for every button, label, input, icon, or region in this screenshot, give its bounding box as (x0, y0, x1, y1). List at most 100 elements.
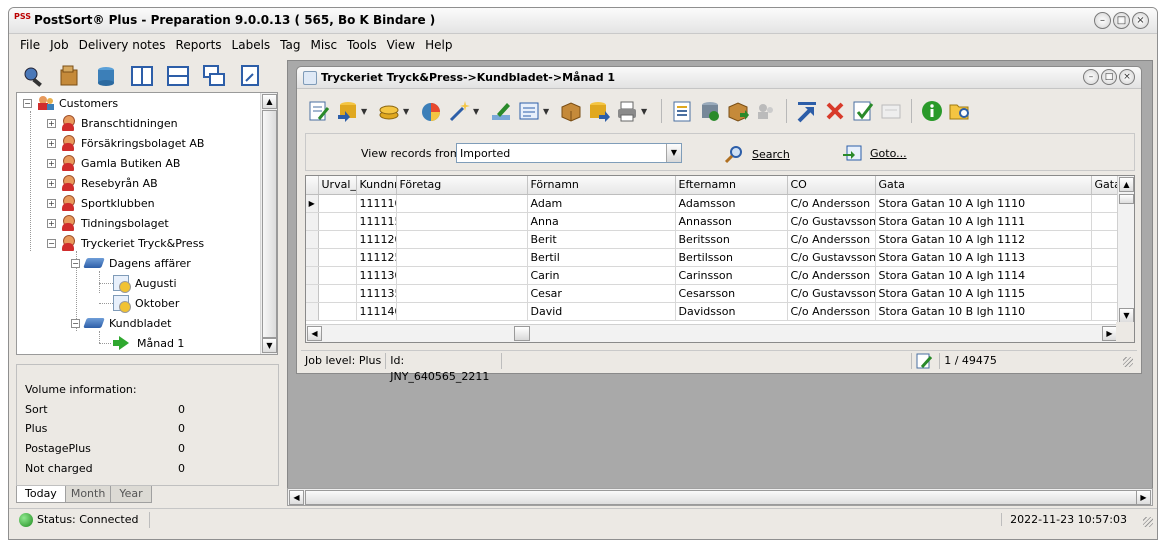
cell[interactable] (396, 302, 528, 321)
mdi-horizontal-scrollbar[interactable]: ◀ ▶ (287, 488, 1153, 506)
cell[interactable]: Beritsson (675, 230, 788, 249)
card-disabled-icon[interactable] (879, 99, 903, 123)
delete-icon[interactable] (823, 99, 847, 123)
scroll-up-icon[interactable]: ▲ (1119, 177, 1134, 192)
export-data-icon[interactable] (587, 99, 611, 123)
collapse-icon[interactable]: − (71, 318, 80, 328)
arrange-icon[interactable] (237, 63, 263, 89)
scroll-up-icon[interactable]: ▲ (262, 94, 277, 109)
goto-button[interactable]: Goto... (842, 144, 907, 162)
cell[interactable]: C/o Gustavsson (787, 248, 876, 267)
scroll-right-icon[interactable]: ▶ (1136, 490, 1151, 505)
column-header[interactable]: Företag (396, 176, 528, 195)
cell[interactable] (1091, 284, 1119, 303)
menu-tools[interactable]: Tools (342, 38, 382, 52)
tree-customer[interactable]: + Försäkringsbolaget AB (47, 133, 204, 153)
cell[interactable]: Carin (527, 266, 676, 285)
customer-tree[interactable]: − Customers + Branschtidningen + Försäkrin… (16, 92, 278, 355)
column-header[interactable]: Gata (1091, 176, 1119, 195)
folder-search-icon[interactable] (948, 99, 972, 123)
tree-month-selected[interactable]: Månad 1 (113, 333, 184, 353)
cell[interactable] (396, 194, 528, 213)
scroll-thumb[interactable] (305, 490, 1137, 505)
cell[interactable] (396, 266, 528, 285)
cell[interactable] (318, 302, 357, 321)
cell[interactable] (1091, 266, 1119, 285)
move-up-icon[interactable] (795, 99, 819, 123)
cell[interactable]: Adam (527, 194, 676, 213)
cell[interactable]: Stora Gatan 10 B lgh 1110 (875, 302, 1092, 321)
cell[interactable]: Anna (527, 212, 676, 231)
column-header[interactable]: Gata (875, 176, 1092, 195)
cell[interactable]: Stora Gatan 10 A lgh 1110 (875, 194, 1092, 213)
column-header[interactable]: Förnamn (527, 176, 676, 195)
scroll-down-icon[interactable]: ▼ (1119, 308, 1134, 323)
cell[interactable]: 111115 (356, 212, 397, 231)
scroll-down-icon[interactable]: ▼ (262, 338, 277, 353)
cell[interactable] (396, 230, 528, 249)
cell[interactable] (1091, 230, 1119, 249)
scroll-thumb[interactable] (1119, 194, 1134, 204)
cell[interactable]: Berit (527, 230, 676, 249)
cell[interactable]: C/o Gustavsson (787, 284, 876, 303)
cell[interactable]: 111125 (356, 248, 397, 267)
tab-today[interactable]: Today (16, 486, 66, 503)
scroll-thumb[interactable] (514, 326, 530, 341)
cell[interactable]: Cesarsson (675, 284, 788, 303)
edit-list-icon[interactable] (307, 99, 331, 123)
column-header[interactable]: CO (787, 176, 876, 195)
tree-month[interactable]: Augusti (113, 273, 177, 293)
collapse-icon[interactable]: − (23, 98, 32, 108)
dropdown-arrow-icon[interactable]: ▼ (543, 107, 551, 116)
scroll-left-icon[interactable]: ◀ (307, 326, 322, 341)
chevron-down-icon[interactable]: ▼ (666, 144, 681, 162)
expand-icon[interactable]: + (47, 138, 56, 148)
cell[interactable]: C/o Andersson (787, 266, 876, 285)
cell[interactable]: Stora Gatan 10 A lgh 1115 (875, 284, 1092, 303)
cell[interactable]: 111110 (356, 194, 397, 213)
tree-customer[interactable]: + Tidningsbolaget (47, 213, 169, 233)
cell[interactable]: C/o Andersson (787, 194, 876, 213)
package-icon[interactable] (57, 63, 83, 89)
dropdown-arrow-icon[interactable]: ▼ (403, 107, 411, 116)
menu-delivery-notes[interactable]: Delivery notes (74, 38, 171, 52)
cell[interactable]: Stora Gatan 10 A lgh 1114 (875, 266, 1092, 285)
table-row[interactable]: 111135 CesarCesarssonC/o GustavssonStora … (306, 284, 1119, 303)
table-row[interactable]: 111140 DavidDavidssonC/o AnderssonStora G… (306, 302, 1119, 321)
check-list-icon[interactable] (851, 99, 875, 123)
table-row[interactable]: 111120 BeritBeritssonC/o AnderssonStora G… (306, 230, 1119, 249)
pie-chart-icon[interactable] (419, 99, 443, 123)
dropdown-arrow-icon[interactable]: ▼ (641, 107, 649, 116)
table-row[interactable]: 111125 BertilBertilssonC/o GustavssonStor… (306, 248, 1119, 267)
expand-icon[interactable]: + (47, 178, 56, 188)
cell[interactable]: C/o Andersson (787, 302, 876, 321)
expand-icon[interactable]: + (47, 198, 56, 208)
print-icon[interactable] (615, 99, 639, 123)
expand-icon[interactable]: + (47, 158, 56, 168)
cell[interactable] (1091, 194, 1119, 213)
cell[interactable]: 111140 (356, 302, 397, 321)
cell[interactable]: C/o Andersson (787, 230, 876, 249)
tree-customer[interactable]: + Sportklubben (47, 193, 155, 213)
child-minimize-button[interactable]: – (1083, 69, 1099, 85)
minimize-button[interactable]: – (1094, 12, 1111, 29)
cell[interactable] (396, 212, 528, 231)
tree-customer[interactable]: + Resebyrån AB (47, 173, 158, 193)
grid-vertical-scrollbar[interactable]: ▲ ▼ (1117, 176, 1134, 324)
cell[interactable]: Davidsson (675, 302, 788, 321)
menu-labels[interactable]: Labels (227, 38, 276, 52)
scroll-thumb[interactable] (262, 110, 277, 338)
cell[interactable]: Stora Gatan 10 A lgh 1112 (875, 230, 1092, 249)
menu-job[interactable]: Job (45, 38, 74, 52)
dropdown-arrow-icon[interactable]: ▼ (361, 107, 369, 116)
dropdown-arrow-icon[interactable]: ▼ (473, 107, 481, 116)
tree-job[interactable]: − Dagens affärer (71, 253, 191, 273)
tile-horizontal-icon[interactable] (165, 63, 191, 89)
menu-help[interactable]: Help (420, 38, 457, 52)
cell[interactable]: Stora Gatan 10 A lgh 1113 (875, 248, 1092, 267)
menu-view[interactable]: View (382, 38, 420, 52)
tab-month[interactable]: Month (61, 486, 115, 503)
scroll-left-icon[interactable]: ◀ (289, 490, 304, 505)
cell[interactable]: Adamsson (675, 194, 788, 213)
close-button[interactable]: × (1132, 12, 1149, 29)
